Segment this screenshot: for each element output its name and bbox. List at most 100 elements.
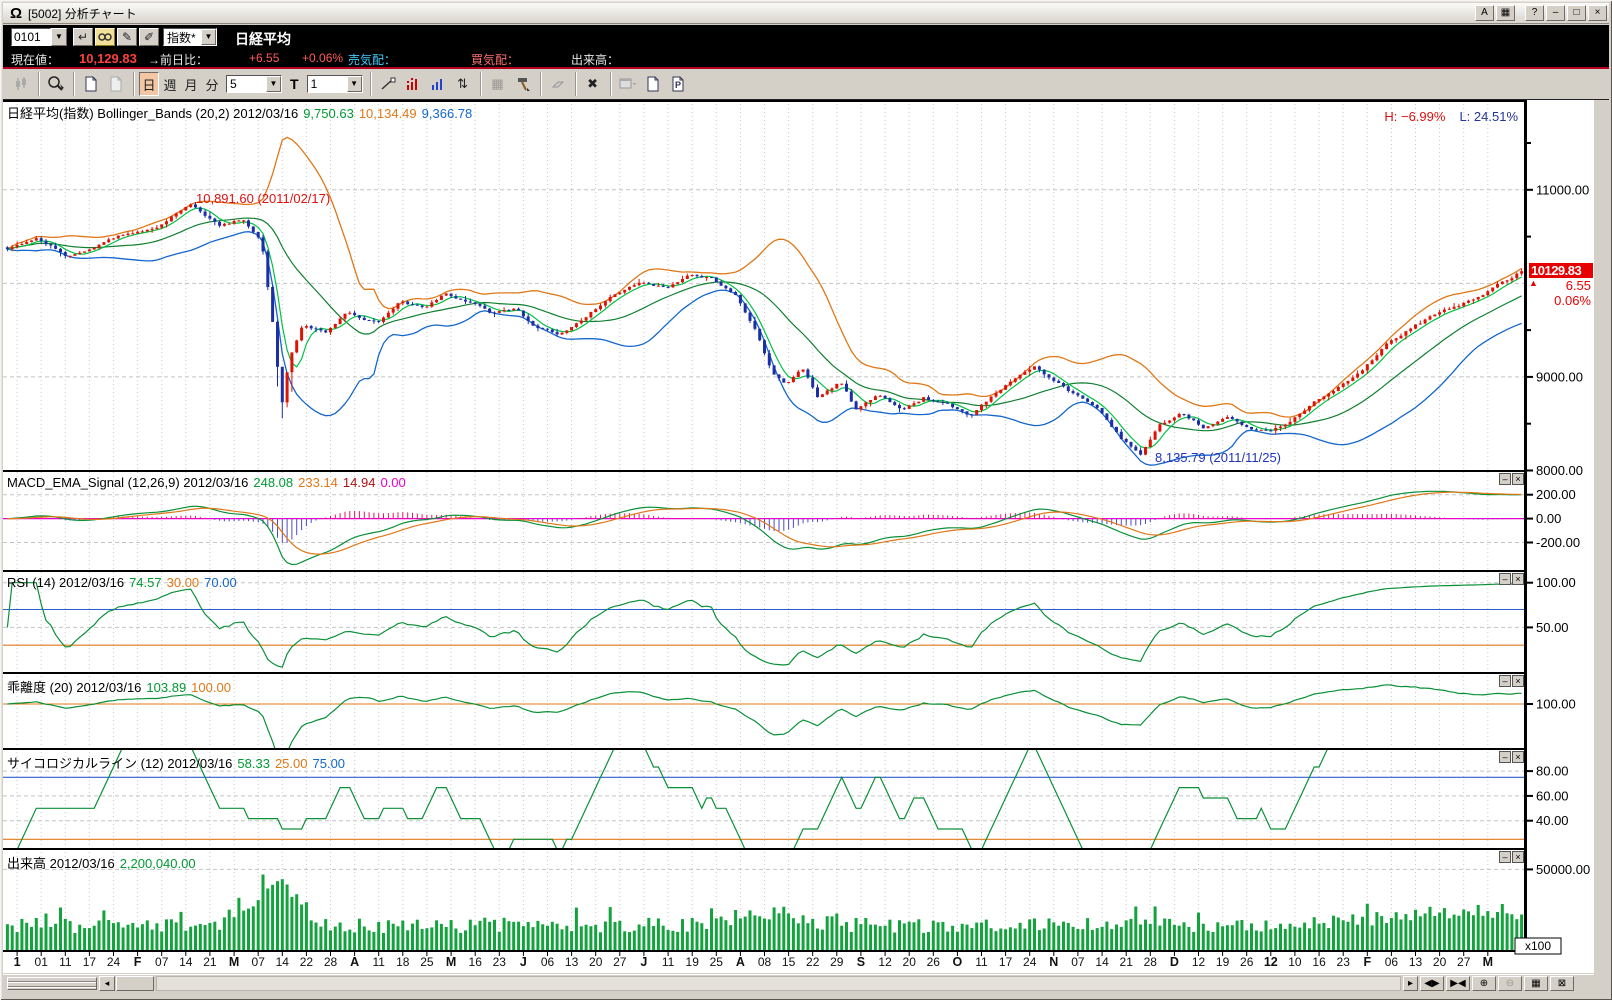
change-label: →前日比：	[148, 51, 208, 68]
panel-close-button[interactable]: ×	[1512, 573, 1524, 585]
bid-label: 買気配：	[471, 51, 519, 68]
panel-close-button[interactable]: ×	[1512, 851, 1524, 863]
zoom-out-button[interactable]: ⊖	[1498, 976, 1522, 991]
scroll-left-button[interactable]: ◂	[99, 976, 115, 991]
panel-value: 75.00	[313, 756, 346, 771]
grid-layout-button[interactable]: ▦	[486, 72, 510, 96]
chevron-down-icon: ▼	[266, 76, 281, 92]
updown-arrows-button[interactable]: ⇅	[451, 72, 475, 96]
trendline-tool-button[interactable]	[376, 72, 400, 96]
tick-count-value: 1	[308, 77, 347, 91]
svg-text:9000.00: 9000.00	[1536, 369, 1583, 384]
panel-minimize-button[interactable]: –	[1499, 751, 1511, 763]
save-layout-button[interactable]	[616, 72, 640, 96]
bottom-scroll-row: ◂ ▸◀▶▶◀⊕⊖▦⊠	[3, 974, 1594, 991]
resize-grip[interactable]	[7, 977, 97, 990]
panel-value: 25.00	[275, 756, 308, 771]
snap-button[interactable]: ▶◀	[1446, 976, 1470, 991]
bars-count-select[interactable]: 5 ▼	[226, 75, 282, 93]
svg-text:N: N	[1049, 955, 1058, 969]
period-weekly-button[interactable]: 週	[160, 72, 180, 96]
clear-all-button[interactable]: ✖	[581, 72, 605, 96]
svg-text:0.00: 0.00	[1536, 511, 1561, 526]
panel-value: 2,200,040.00	[120, 856, 196, 871]
svg-text:13: 13	[1409, 955, 1423, 969]
svg-text:24: 24	[1023, 955, 1037, 969]
svg-text:100.00: 100.00	[1536, 575, 1576, 590]
low-pct: L: 24.51%	[1459, 109, 1518, 124]
indicator-blue-button[interactable]	[426, 72, 450, 96]
window-title: [5002] 分析チャート	[28, 5, 137, 22]
panel-minimize-button[interactable]: –	[1499, 473, 1511, 485]
period-daily-button[interactable]: 日	[139, 72, 159, 96]
svg-text:O: O	[953, 955, 963, 969]
period-monthly-button[interactable]: 月	[181, 72, 201, 96]
eraser-button[interactable]	[546, 72, 570, 96]
scrollbar-track[interactable]	[156, 976, 1401, 991]
svg-text:S: S	[857, 955, 865, 969]
svg-text:06: 06	[1385, 955, 1399, 969]
svg-text:21: 21	[203, 955, 217, 969]
toolbar: 日 週 月 分 5 ▼ T 1 ▼ ⇅ ▦ ✖	[3, 69, 1609, 100]
panel-close-button[interactable]: ×	[1512, 751, 1524, 763]
panel-value: 10,134.49	[359, 106, 417, 121]
page-settings-button[interactable]	[641, 72, 665, 96]
symbol-dropdown-button[interactable]: ▼	[51, 28, 67, 46]
help-button[interactable]: ?	[1525, 5, 1544, 21]
panel-close-button[interactable]: ×	[1512, 675, 1524, 687]
svg-text:80.00: 80.00	[1536, 764, 1569, 779]
panel-minimize-button[interactable]: –	[1499, 573, 1511, 585]
svg-text:J: J	[520, 955, 527, 969]
maximize-button[interactable]: □	[1567, 5, 1586, 21]
app-window: Ω [5002] 分析チャート A ▦ ? – □ × ▼ ↵ ✎ ✐ 指数* …	[0, 0, 1612, 1000]
svg-text:10: 10	[1288, 955, 1302, 969]
zoom-in-button[interactable]: ⊕	[1472, 976, 1496, 991]
svg-text:M: M	[1483, 955, 1493, 969]
minimize-button[interactable]: –	[1546, 5, 1565, 21]
scrollbar-thumb[interactable]	[116, 976, 154, 991]
svg-text:J: J	[640, 955, 647, 969]
close-button[interactable]: ×	[1588, 5, 1607, 21]
indicator-red-button[interactable]	[401, 72, 425, 96]
svg-text:18: 18	[396, 955, 410, 969]
edit-button[interactable]: ✎	[117, 28, 137, 46]
brush-button[interactable]: ✐	[139, 28, 159, 46]
svg-text:11: 11	[975, 955, 988, 969]
panel-minimize-button[interactable]: –	[1499, 851, 1511, 863]
bars-count-value: 5	[227, 77, 266, 91]
copy-chart-button[interactable]	[104, 72, 128, 96]
pan-left-right-button[interactable]: ◀▶	[1420, 976, 1444, 991]
svg-text:14: 14	[1095, 955, 1109, 969]
market-type-select[interactable]: 指数* ▼	[163, 28, 217, 46]
svg-text:M: M	[446, 955, 456, 969]
symbol-name: 日経平均	[235, 29, 291, 49]
panel-minimize-button[interactable]: –	[1499, 675, 1511, 687]
ask-label: 売気配：	[348, 51, 396, 68]
candlestick-icon[interactable]	[9, 72, 33, 96]
panel-value: 0.00	[380, 475, 405, 490]
binoculars-button[interactable]	[95, 28, 115, 46]
grid-view-button[interactable]: ▦	[1524, 976, 1548, 991]
toolbar-separator	[575, 72, 577, 96]
capture-icon[interactable]: ▦	[1496, 5, 1515, 21]
zoom-tool-button[interactable]	[44, 72, 68, 96]
panel-header-vol: 出来高 2012/03/162,200,040.00	[7, 853, 201, 872]
enter-button[interactable]: ↵	[73, 28, 93, 46]
print-page-button[interactable]: P	[666, 72, 690, 96]
tick-count-select[interactable]: 1 ▼	[307, 75, 363, 93]
play-button[interactable]: ▸	[1403, 976, 1418, 991]
tools-button[interactable]	[511, 72, 535, 96]
new-chart-button[interactable]	[79, 72, 103, 96]
price-marker-percent: 0.06%	[1529, 293, 1593, 308]
panel-close-button[interactable]: ×	[1512, 473, 1524, 485]
close-view-button[interactable]: ⊠	[1550, 976, 1574, 991]
period-minute-button[interactable]: 分	[202, 72, 222, 96]
svg-text:20: 20	[903, 955, 917, 969]
svg-text:D: D	[1170, 955, 1179, 969]
svg-text:07: 07	[155, 955, 169, 969]
panel-title: MACD_EMA_Signal (12,26,9) 2012/03/16	[7, 475, 248, 490]
panel-value: 74.57	[129, 575, 162, 590]
symbol-code-input[interactable]	[11, 28, 51, 46]
font-button[interactable]: A	[1475, 5, 1494, 21]
svg-text:50000.00: 50000.00	[1536, 862, 1590, 877]
